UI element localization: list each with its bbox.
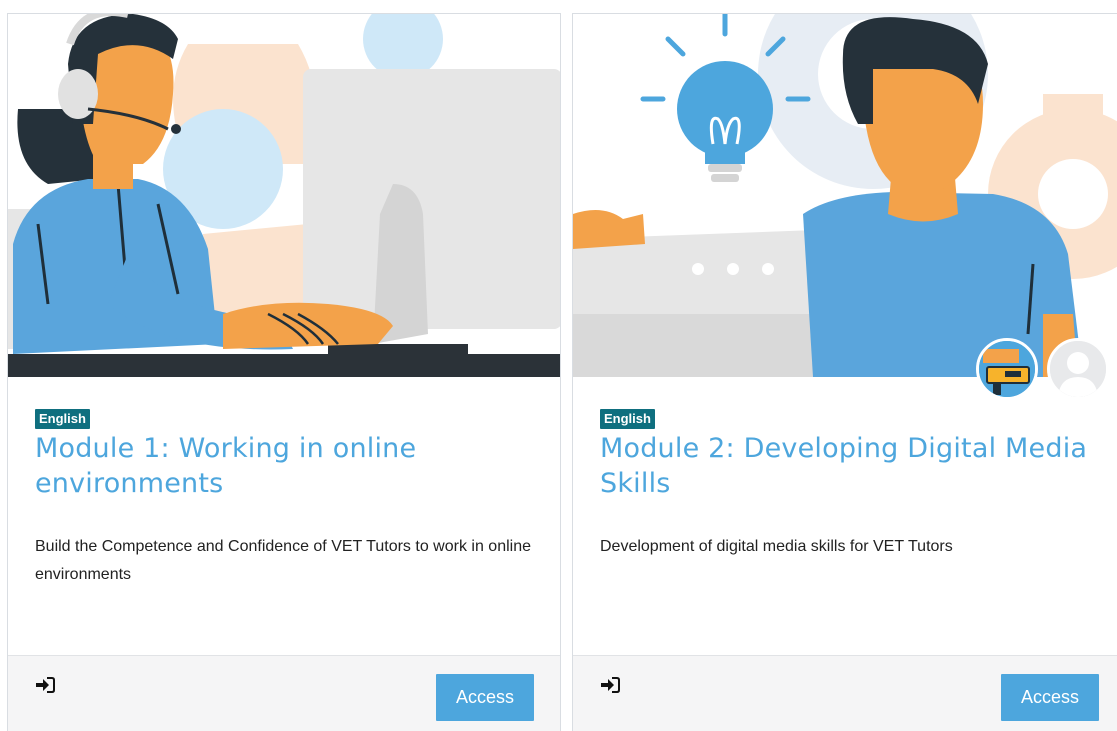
access-button[interactable]: Access	[436, 674, 534, 721]
course-image-module-2[interactable]	[573, 14, 1117, 377]
language-badge: English	[600, 409, 655, 429]
person-with-headset-illustration	[8, 14, 560, 377]
course-info: English Module 2: Developing Digital Med…	[600, 409, 1095, 561]
course-card-footer: Access	[573, 655, 1117, 731]
course-description: Build the Competence and Confidence of V…	[35, 538, 531, 583]
course-title[interactable]: Module 1: Working in online environments	[35, 431, 538, 501]
course-description: Development of digital media skills for …	[600, 538, 953, 555]
course-info: English Module 1: Working in online envi…	[35, 409, 538, 589]
course-title[interactable]: Module 2: Developing Digital Media Skill…	[600, 431, 1095, 501]
person-with-lightbulb-illustration	[573, 14, 1117, 377]
course-card-footer: Access	[8, 655, 560, 731]
sign-in-icon	[36, 677, 55, 693]
course-image-module-1[interactable]	[8, 14, 560, 377]
teacher-avatar-icon	[979, 341, 1035, 397]
sign-in-icon	[601, 677, 620, 693]
default-user-avatar[interactable]	[1047, 338, 1109, 400]
user-placeholder-icon	[1050, 341, 1106, 397]
language-badge: English	[35, 409, 90, 429]
teacher-avatar[interactable]	[976, 338, 1038, 400]
course-card-module-1: English Module 1: Working in online envi…	[7, 13, 561, 731]
course-card-module-2: English Module 2: Developing Digital Med…	[572, 13, 1117, 731]
access-button[interactable]: Access	[1001, 674, 1099, 721]
